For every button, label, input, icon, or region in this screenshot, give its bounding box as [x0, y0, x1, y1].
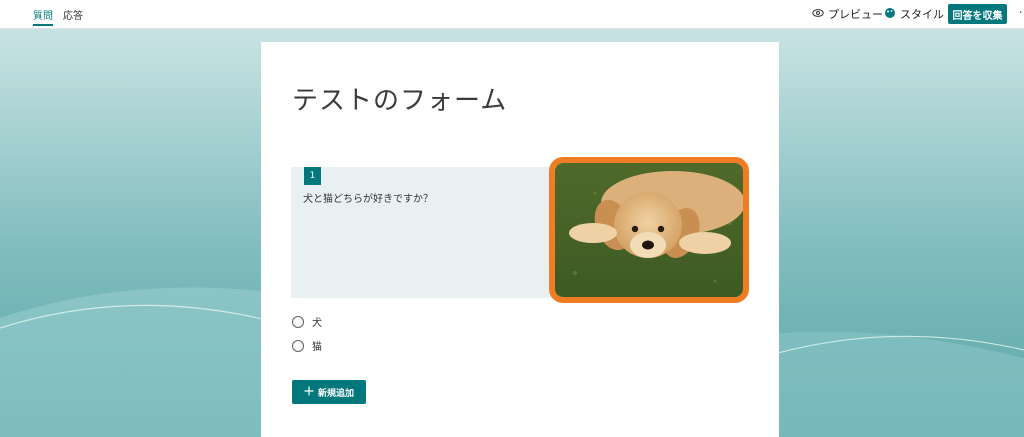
- top-bar: 質問 応答 プレビュー スタイル 回答を収集 ⋅: [0, 0, 1024, 29]
- style-button[interactable]: スタイル: [884, 6, 944, 22]
- collect-responses-button[interactable]: 回答を収集: [948, 4, 1007, 24]
- question-text[interactable]: 犬と猫どちらが好きですか？: [303, 190, 433, 205]
- option-label: 猫: [312, 342, 322, 353]
- palette-icon: [884, 7, 896, 22]
- add-new-button[interactable]: 新規追加: [292, 380, 366, 404]
- more-icon[interactable]: ⋅: [1019, 6, 1023, 19]
- option-dog[interactable]: 犬: [292, 314, 322, 329]
- add-new-label: 新規追加: [317, 388, 354, 399]
- form-title[interactable]: テストのフォーム: [292, 80, 507, 117]
- question-number-badge: 1: [304, 167, 321, 185]
- active-tab-indicator: [33, 24, 53, 26]
- tab-questions[interactable]: 質問: [33, 7, 53, 22]
- preview-label: プレビュー: [828, 8, 883, 21]
- preview-button[interactable]: プレビュー: [812, 6, 883, 22]
- plus-icon: [304, 386, 314, 399]
- question-image[interactable]: [549, 157, 749, 303]
- eye-icon: [812, 8, 824, 21]
- option-cat[interactable]: 猫: [292, 338, 322, 353]
- dog-image: [555, 163, 743, 297]
- tab-responses[interactable]: 応答: [63, 7, 83, 22]
- style-label: スタイル: [900, 8, 944, 21]
- option-label: 犬: [312, 318, 322, 329]
- radio-button[interactable]: [292, 315, 304, 328]
- radio-button[interactable]: [292, 339, 304, 352]
